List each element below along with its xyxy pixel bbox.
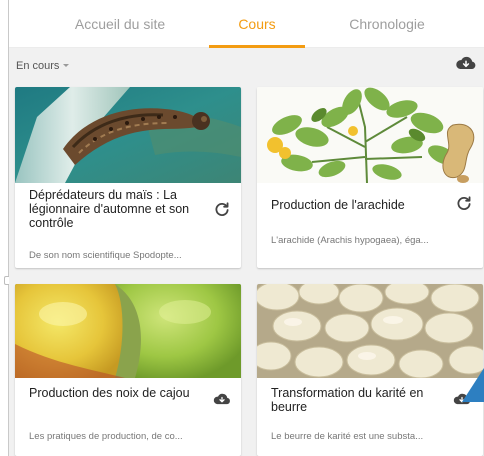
tab-courses[interactable]: Cours bbox=[209, 0, 305, 48]
course-description: L'arachide (Arachis hypogaea), éga... bbox=[271, 235, 429, 246]
blue-corner-shape bbox=[462, 368, 484, 402]
course-image-shea-butter bbox=[257, 284, 483, 378]
refresh-icon[interactable] bbox=[213, 201, 231, 219]
course-filter-label: En cours bbox=[16, 60, 60, 72]
course-title[interactable]: Transformation du karité en beurre bbox=[271, 386, 441, 414]
caret-down-icon bbox=[63, 63, 70, 67]
course-image-caterpillar bbox=[15, 87, 241, 183]
course-title[interactable]: Production des noix de cajou bbox=[29, 386, 199, 400]
refresh-icon[interactable] bbox=[455, 195, 473, 213]
tab-site-home[interactable]: Accueil du site bbox=[49, 0, 191, 48]
course-filter-dropdown[interactable]: En cours bbox=[16, 59, 70, 73]
course-description: Le beurre de karité est une substa... bbox=[271, 431, 424, 442]
course-card[interactable]: Déprédateurs du maïs : La légionnaire d'… bbox=[15, 87, 241, 268]
course-title[interactable]: Production de l'arachide bbox=[271, 198, 451, 212]
course-description: Les pratiques de production, de co... bbox=[29, 431, 183, 442]
course-title[interactable]: Déprédateurs du maïs : La légionnaire d'… bbox=[29, 188, 209, 230]
course-description: De son nom scientifique Spodopte... bbox=[29, 250, 182, 261]
cloud-download-icon[interactable] bbox=[455, 55, 477, 71]
tab-bar: Accueil du site Cours Chronologie bbox=[9, 0, 484, 48]
course-card[interactable]: Production de l'arachide L'arachide (Ara… bbox=[257, 87, 483, 268]
cloud-download-icon[interactable] bbox=[213, 390, 231, 408]
course-card[interactable]: Production des noix de cajou Les pratiqu… bbox=[15, 284, 241, 456]
course-image-cashew bbox=[15, 284, 241, 378]
course-card[interactable]: Transformation du karité en beurre Le be… bbox=[257, 284, 483, 456]
course-image-peanut bbox=[257, 87, 483, 183]
tab-timeline[interactable]: Chronologie bbox=[327, 0, 447, 48]
